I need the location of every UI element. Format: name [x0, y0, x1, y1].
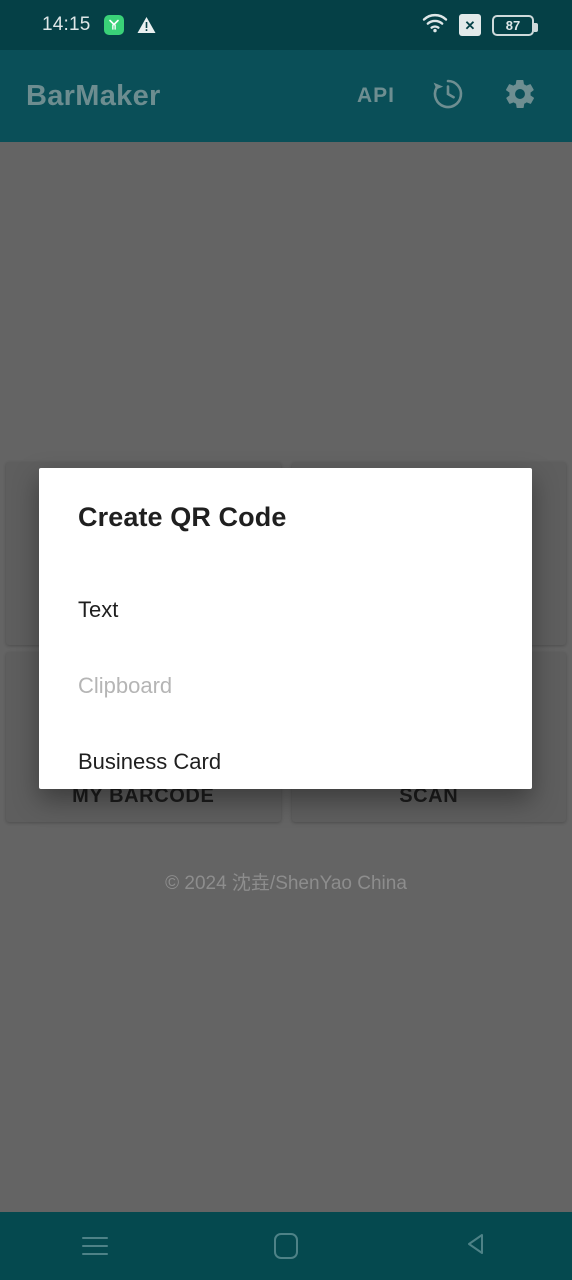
home-button[interactable] — [191, 1212, 382, 1280]
back-triangle-icon — [464, 1231, 490, 1262]
status-bar-left: 14:15 — [0, 14, 156, 36]
dialog-option-text[interactable]: Text — [39, 572, 532, 648]
gear-icon — [503, 77, 537, 116]
wifi-icon — [422, 13, 448, 38]
back-button[interactable] — [381, 1212, 572, 1280]
dialog-option-business-card[interactable]: Business Card — [39, 724, 532, 789]
recents-button[interactable] — [0, 1212, 191, 1280]
settings-button[interactable] — [484, 60, 556, 132]
android-nav-bar — [0, 1212, 572, 1280]
green-app-icon — [103, 15, 124, 35]
history-button[interactable] — [412, 60, 484, 132]
history-icon — [431, 77, 465, 116]
dialog-title: Create QR Code — [78, 502, 287, 532]
no-sim-icon: ✕ — [459, 14, 481, 36]
warning-triangle-icon — [137, 16, 156, 34]
status-bar: 14:15 ✕ 87 — [0, 0, 572, 50]
dialog-option-list: Text Clipboard Business Card — [39, 572, 532, 789]
app-title: BarMaker — [26, 79, 161, 112]
app-bar: BarMaker API — [0, 50, 572, 142]
home-square-icon — [274, 1233, 298, 1259]
dialog-option-clipboard: Clipboard — [78, 673, 173, 698]
api-label: API — [356, 84, 395, 107]
battery-icon: 87 — [492, 14, 538, 36]
status-bar-right: ✕ 87 — [422, 13, 572, 38]
copyright-text: © 2024 沈垚/ShenYao China — [165, 873, 407, 894]
create-qr-code-dialog: Create QR Code Text Clipboard Business C… — [39, 468, 532, 789]
status-bar-clock: 14:15 — [42, 14, 91, 35]
app-bar-actions: API — [340, 60, 572, 132]
api-button[interactable]: API — [340, 60, 412, 132]
battery-level-label: 87 — [505, 17, 521, 33]
menu-icon — [82, 1237, 109, 1255]
